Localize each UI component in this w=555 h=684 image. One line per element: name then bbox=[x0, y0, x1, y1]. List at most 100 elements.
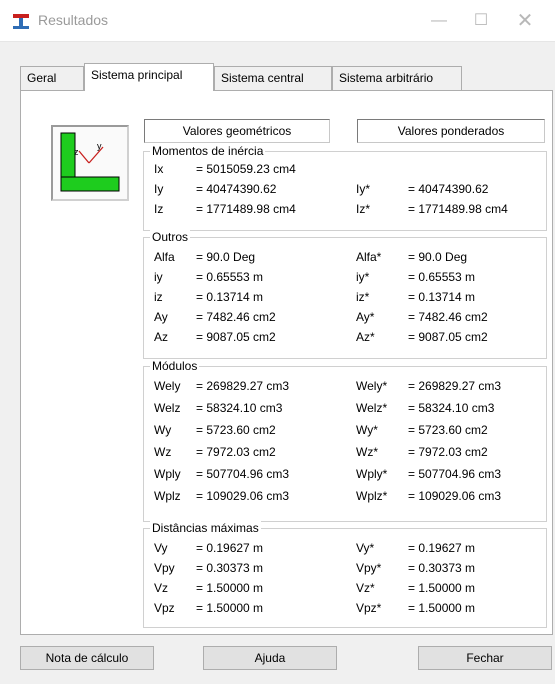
weighted-property-name: Alfa* bbox=[356, 250, 382, 264]
weighted-property-name: iz* bbox=[356, 290, 370, 304]
weighted-property-name: Wplz* bbox=[356, 489, 388, 503]
weighted-property-value: = 40474390.62 bbox=[408, 182, 489, 196]
weighted-property-value: = 7972.03 cm2 bbox=[408, 445, 488, 459]
moduli-row: Wply = 507704.96 cm3 Wply* = 507704.96 c… bbox=[144, 467, 546, 485]
weighted-property-value: = 7482.46 cm2 bbox=[408, 310, 488, 324]
weighted-property-value: = 0.13714 m bbox=[408, 290, 476, 304]
property-name: Wy bbox=[154, 423, 172, 437]
property-name: Vpz bbox=[154, 601, 175, 615]
inertia-group: Momentos de inércia Ix = 5015059.23 cm4 … bbox=[143, 144, 547, 231]
weighted-property-name: Az* bbox=[356, 330, 375, 344]
weighted-property-name: Vpy* bbox=[356, 561, 382, 575]
maximize-button[interactable]: ☐ bbox=[464, 8, 498, 34]
tab-geral[interactable]: Geral bbox=[20, 66, 84, 90]
property-name: Ay bbox=[154, 310, 168, 324]
inertia-row: Ix = 5015059.23 cm4 bbox=[144, 162, 546, 180]
distances-row: Vy = 0.19627 m Vy* = 0.19627 m bbox=[144, 541, 546, 559]
weighted-property-value: = 109029.06 cm3 bbox=[408, 489, 502, 503]
property-name: iz bbox=[154, 290, 163, 304]
property-value: = 1.50000 m bbox=[196, 601, 264, 615]
section-axis-label: z bbox=[74, 147, 79, 157]
weighted-property-name: Vy* bbox=[356, 541, 375, 555]
others-group-title: Outros bbox=[150, 230, 191, 244]
tab-sistema-central[interactable]: Sistema central bbox=[214, 66, 332, 90]
weighted-property-name: Iz* bbox=[356, 202, 371, 216]
moduli-row: Wely = 269829.27 cm3 Wely* = 269829.27 c… bbox=[144, 379, 546, 397]
moduli-row: Wz = 7972.03 cm2 Wz* = 7972.03 cm2 bbox=[144, 445, 546, 463]
results-window: Resultados — ☐ ✕ Geral Sistema principal… bbox=[0, 0, 555, 684]
calculation-note-button[interactable]: Nota de cálculo bbox=[20, 646, 154, 670]
property-value: = 7482.46 cm2 bbox=[196, 310, 276, 324]
minimize-button[interactable]: — bbox=[422, 8, 456, 34]
weighted-property-name: Vpz* bbox=[356, 601, 382, 615]
others-row: iz = 0.13714 m iz* = 0.13714 m bbox=[144, 290, 546, 308]
tab-sistema-principal[interactable]: Sistema principal bbox=[84, 63, 214, 91]
property-name: Wply bbox=[154, 467, 181, 481]
weighted-property-value: = 0.19627 m bbox=[408, 541, 476, 555]
weighted-values-button[interactable]: Valores ponderados bbox=[357, 119, 545, 143]
svg-text:y: y bbox=[97, 141, 102, 151]
property-name: Iz bbox=[154, 202, 164, 216]
weighted-property-name: Wely* bbox=[356, 379, 388, 393]
section-shape-icon[interactable]: y z bbox=[51, 125, 129, 201]
weighted-property-value: = 90.0 Deg bbox=[408, 250, 468, 264]
property-value: = 9087.05 cm2 bbox=[196, 330, 276, 344]
inertia-group-title: Momentos de inércia bbox=[150, 144, 266, 158]
inertia-row: Iz = 1771489.98 cm4 Iz* = 1771489.98 cm4 bbox=[144, 202, 546, 220]
property-name: Wz bbox=[154, 445, 172, 459]
weighted-property-name: Iy* bbox=[356, 182, 371, 196]
others-row: Ay = 7482.46 cm2 Ay* = 7482.46 cm2 bbox=[144, 310, 546, 328]
weighted-property-name: Ay* bbox=[356, 310, 375, 324]
geometric-values-button[interactable]: Valores geométricos bbox=[144, 119, 330, 143]
property-name: Alfa bbox=[154, 250, 175, 264]
property-value: = 269829.27 cm3 bbox=[196, 379, 290, 393]
property-value: = 7972.03 cm2 bbox=[196, 445, 276, 459]
tab-panel: y z Valores geométricos Valores ponderad… bbox=[20, 90, 553, 635]
weighted-property-value: = 1771489.98 cm4 bbox=[408, 202, 508, 216]
moduli-group: Módulos Wely = 269829.27 cm3 Wely* = 269… bbox=[143, 359, 547, 522]
property-name: Wplz bbox=[154, 489, 181, 503]
distances-row: Vz = 1.50000 m Vz* = 1.50000 m bbox=[144, 581, 546, 599]
weighted-property-name: Wz* bbox=[356, 445, 378, 459]
weighted-property-value: = 507704.96 cm3 bbox=[408, 467, 502, 481]
help-button[interactable]: Ajuda bbox=[203, 646, 337, 670]
property-name: Vz bbox=[154, 581, 169, 595]
property-name: iy bbox=[154, 270, 163, 284]
weighted-property-value: = 1.50000 m bbox=[408, 581, 476, 595]
weighted-property-value: = 269829.27 cm3 bbox=[408, 379, 502, 393]
property-value: = 0.13714 m bbox=[196, 290, 264, 304]
property-name: Iy bbox=[154, 182, 164, 196]
moduli-row: Wplz = 109029.06 cm3 Wplz* = 109029.06 c… bbox=[144, 489, 546, 507]
title-bar: Resultados — ☐ ✕ bbox=[0, 0, 555, 42]
property-value: = 0.19627 m bbox=[196, 541, 264, 555]
distances-row: Vpy = 0.30373 m Vpy* = 0.30373 m bbox=[144, 561, 546, 579]
property-value: = 5723.60 cm2 bbox=[196, 423, 276, 437]
close-button[interactable]: ✕ bbox=[508, 8, 542, 34]
property-name: Wely bbox=[154, 379, 181, 393]
distances-row: Vpz = 1.50000 m Vpz* = 1.50000 m bbox=[144, 601, 546, 619]
property-value: = 5015059.23 cm4 bbox=[196, 162, 296, 176]
weighted-property-name: iy* bbox=[356, 270, 370, 284]
moduli-row: Welz = 58324.10 cm3 Welz* = 58324.10 cm3 bbox=[144, 401, 546, 419]
property-value: = 40474390.62 bbox=[196, 182, 277, 196]
property-name: Vy bbox=[154, 541, 168, 555]
moduli-row: Wy = 5723.60 cm2 Wy* = 5723.60 cm2 bbox=[144, 423, 546, 441]
tab-sistema-arbitrario[interactable]: Sistema arbitrário bbox=[332, 66, 462, 90]
app-icon bbox=[12, 12, 30, 30]
others-row: iy = 0.65553 m iy* = 0.65553 m bbox=[144, 270, 546, 288]
property-value: = 58324.10 cm3 bbox=[196, 401, 283, 415]
weighted-property-name: Welz* bbox=[356, 401, 388, 415]
weighted-property-value: = 58324.10 cm3 bbox=[408, 401, 495, 415]
property-name: Vpy bbox=[154, 561, 175, 575]
others-group: Outros Alfa = 90.0 Deg Alfa* = 90.0 Deg … bbox=[143, 230, 547, 359]
property-value: = 0.65553 m bbox=[196, 270, 264, 284]
tab-bar: Geral Sistema principal Sistema central … bbox=[0, 63, 555, 91]
close-dialog-button[interactable]: Fechar bbox=[418, 646, 552, 670]
weighted-property-value: = 0.30373 m bbox=[408, 561, 476, 575]
weighted-property-name: Vz* bbox=[356, 581, 375, 595]
max-distances-group: Distâncias máximas Vy = 0.19627 m Vy* = … bbox=[143, 521, 547, 628]
property-value: = 0.30373 m bbox=[196, 561, 264, 575]
property-name: Ix bbox=[154, 162, 164, 176]
weighted-property-value: = 5723.60 cm2 bbox=[408, 423, 488, 437]
others-row: Alfa = 90.0 Deg Alfa* = 90.0 Deg bbox=[144, 250, 546, 268]
